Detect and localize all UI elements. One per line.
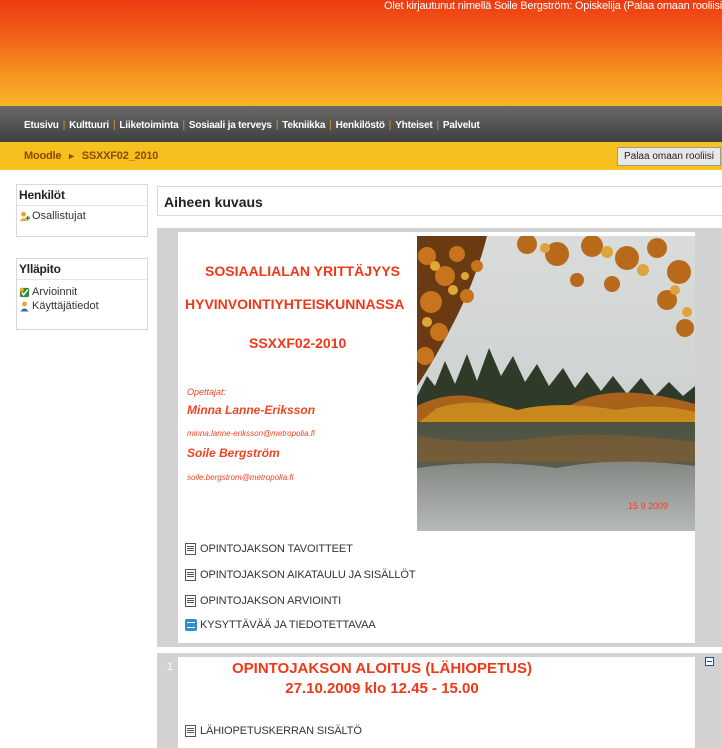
user-profile-label: Käyttäjätiedot xyxy=(32,300,99,312)
section1-title-line2: 27.10.2009 klo 12.45 - 15.00 xyxy=(285,680,479,697)
nav-item[interactable]: Henkilöstö xyxy=(336,120,385,131)
resource-label: OPINTOJAKSON AIKATAULU JA SISÄLLÖT xyxy=(200,569,416,581)
participants-label: Osallistujat xyxy=(32,210,86,222)
course-title-line2: HYVINVOINTIYHTEISKUNNASSA xyxy=(185,296,405,312)
breadcrumb: Moodle ► SSXXF02_2010 xyxy=(24,150,158,162)
nav-links: Etusivu | Kulttuuri | Liiketoiminta | Sosiaali… xyxy=(24,120,480,131)
nav-separator: | xyxy=(329,120,332,131)
participants-link[interactable]: Osallistujat xyxy=(17,206,147,223)
user-icon xyxy=(20,301,29,312)
breadcrumb-course: SSXXF02_2010 xyxy=(81,150,159,162)
nav-separator: | xyxy=(436,120,440,131)
teacher1-name: Minna Lanne-Eriksson xyxy=(187,403,316,417)
breadcrumb-bar: Moodle ► SSXXF02_2010 Palaa omaan roolii… xyxy=(0,142,722,170)
resource-session-content[interactable]: LÄHIOPETUSKERRAN SISÄLTÖ xyxy=(185,725,362,737)
admin-block: Ylläpito Arvioinnit Käyttäjätiedot xyxy=(16,258,148,330)
site-header: Olet kirjautunut nimellä Soile Bergström… xyxy=(0,0,722,106)
course-code: SSXXF02-2010 xyxy=(249,335,347,351)
people-block: Henkilöt Osallistujat xyxy=(16,184,148,237)
resource-goals[interactable]: OPINTOJAKSON TAVOITTEET xyxy=(185,543,353,555)
nav-item[interactable]: Kulttuuri xyxy=(69,120,109,131)
section1-title-line1: OPINTOJAKSON ALOITUS (LÄHIOPETUS) xyxy=(231,660,532,677)
resource-label: OPINTOJAKSON TAVOITTEET xyxy=(200,543,353,555)
course-title-line1: SOSIAALIALAN YRITTÄJYYS xyxy=(205,263,400,279)
admin-block-title: Ylläpito xyxy=(17,259,147,280)
lake-photo: 15 9 2009 xyxy=(417,236,695,531)
resource-forum[interactable]: KYSYTTÄVÄÄ JA TIEDOTETTAVAA xyxy=(185,619,376,631)
breadcrumb-home[interactable]: Moodle xyxy=(24,150,61,162)
document-icon xyxy=(185,595,196,607)
login-info[interactable]: Olet kirjautunut nimellä Soile Bergström… xyxy=(384,0,722,12)
main-nav: Etusivu | Kulttuuri | Liiketoiminta | Sosiaali… xyxy=(0,106,722,142)
return-role-button[interactable]: Palaa omaan rooliisi xyxy=(617,147,721,166)
people-block-title: Henkilöt xyxy=(17,185,147,206)
teacher1-email[interactable]: minna.lanne-eriksson@metropolia.fi xyxy=(187,429,315,438)
resource-label: OPINTOJAKSON ARVIOINTI xyxy=(200,595,342,607)
resource-schedule[interactable]: OPINTOJAKSON AIKATAULU JA SISÄLLÖT xyxy=(185,569,416,581)
grades-label: Arvioinnit xyxy=(32,286,78,298)
nav-separator: | xyxy=(275,120,279,131)
user-profile-link[interactable]: Käyttäjätiedot xyxy=(17,299,147,313)
teacher2-name: Soile Bergström xyxy=(187,446,280,460)
participants-icon xyxy=(19,211,30,221)
nav-item[interactable]: Liiketoiminta xyxy=(119,120,178,131)
topic-title: Aiheen kuvaus xyxy=(164,194,263,210)
photo-date-stamp: 15 9 2009 xyxy=(628,501,668,511)
teacher2-email[interactable]: soile.bergstrom@metropolia.fi xyxy=(187,473,293,482)
forum-icon xyxy=(185,619,197,631)
lake-photo-image: 15 9 2009 xyxy=(417,236,695,531)
grades-icon xyxy=(19,287,30,297)
document-icon xyxy=(185,543,196,555)
nav-item[interactable]: Etusivu xyxy=(24,120,59,131)
nav-separator: | xyxy=(182,120,185,131)
teachers-label: Opettajat: xyxy=(187,387,227,397)
resource-assessment[interactable]: OPINTOJAKSON ARVIOINTI xyxy=(185,595,341,607)
nav-separator: | xyxy=(112,120,116,131)
resource-label: LÄHIOPETUSKERRAN SISÄLTÖ xyxy=(200,725,362,737)
nav-separator: | xyxy=(388,120,392,131)
nav-item[interactable]: Yhteiset xyxy=(395,120,433,131)
document-icon xyxy=(185,725,196,737)
nav-item[interactable]: Palvelut xyxy=(443,120,480,131)
nav-item[interactable]: Sosiaali ja terveys xyxy=(189,120,272,131)
document-icon xyxy=(185,569,196,581)
nav-item[interactable]: Tekniikka xyxy=(282,120,325,131)
nav-separator: | xyxy=(62,120,66,131)
grades-link[interactable]: Arvioinnit xyxy=(17,280,147,299)
breadcrumb-arrow-icon: ► xyxy=(67,151,76,161)
resource-label: KYSYTTÄVÄÄ JA TIEDOTETTAVAA xyxy=(200,619,376,631)
topic-header: Aiheen kuvaus xyxy=(157,186,722,216)
